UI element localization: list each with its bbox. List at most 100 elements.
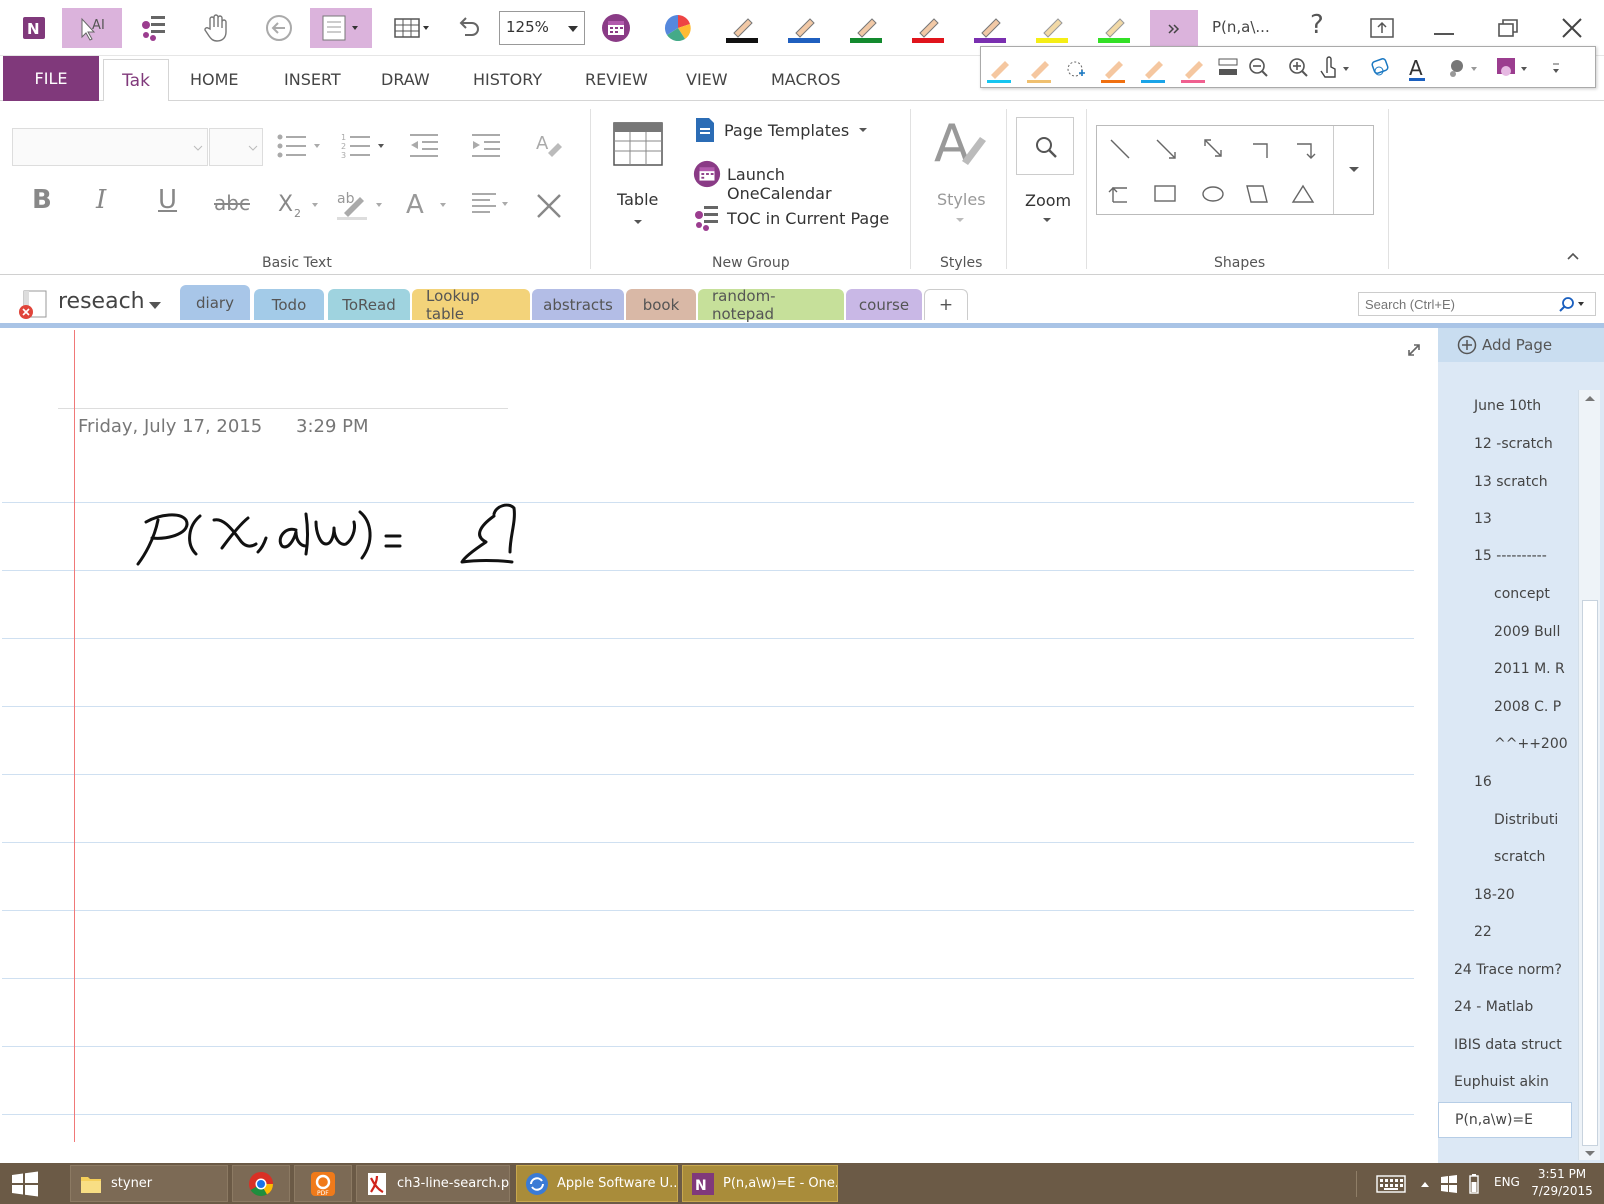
- toc-in-current-page-button[interactable]: TOC in Current Page: [690, 203, 890, 235]
- section-tab-abstracts[interactable]: abstracts: [532, 289, 624, 320]
- table-button[interactable]: Table: [604, 115, 672, 235]
- taskbar-item-onenote[interactable]: N P(n,a\w)=E - One...: [682, 1165, 838, 1202]
- notebook-icon[interactable]: [16, 289, 50, 321]
- page-templates-button[interactable]: Page Templates: [690, 115, 890, 147]
- styles-button[interactable]: A Styles: [924, 113, 996, 233]
- decrease-indent-icon[interactable]: [408, 131, 440, 161]
- ink-to-text-icon[interactable]: AI: [62, 8, 122, 48]
- pie-chart-icon[interactable]: [654, 8, 702, 48]
- insert-table-icon[interactable]: [385, 8, 439, 48]
- zoom-button[interactable]: Zoom: [1014, 113, 1080, 233]
- taskbar-item-chrome[interactable]: [232, 1165, 290, 1202]
- more-commands-icon[interactable]: [1150, 10, 1198, 48]
- search-icon[interactable]: [1558, 296, 1588, 312]
- tab-review[interactable]: REVIEW: [585, 70, 648, 89]
- collapse-ribbon-icon[interactable]: [1566, 251, 1580, 261]
- page-list-item[interactable]: IBIS data struct: [1454, 1037, 1562, 1053]
- shapes-gallery[interactable]: [1096, 125, 1374, 215]
- chevron-down-icon[interactable]: [148, 301, 162, 311]
- onenote-logo-icon[interactable]: N: [10, 8, 58, 48]
- tab-view[interactable]: VIEW: [686, 70, 728, 89]
- taskbar-item-apple-software-update[interactable]: Apple Software U...: [516, 1165, 678, 1202]
- tab-tak[interactable]: Tak: [103, 59, 169, 102]
- page-list-item[interactable]: 18-20: [1474, 887, 1515, 903]
- macro-tree-icon[interactable]: [130, 8, 178, 48]
- delete-icon[interactable]: [534, 191, 564, 221]
- page-list-item[interactable]: 2008 C. P: [1494, 699, 1561, 715]
- ink-handwriting-drawing[interactable]: [130, 488, 550, 578]
- italic-icon[interactable]: I: [96, 185, 106, 215]
- page-list-item[interactable]: 2009 Bull: [1494, 624, 1560, 640]
- page-list-item[interactable]: 16: [1474, 774, 1492, 790]
- page-list-item[interactable]: scratch: [1494, 849, 1545, 865]
- font-size-combo[interactable]: [209, 128, 263, 166]
- ribbon-display-options-icon[interactable]: [1358, 8, 1406, 48]
- notebook-name[interactable]: reseach: [58, 289, 145, 314]
- page-list-item[interactable]: 13 scratch: [1474, 474, 1548, 490]
- red-pen-icon[interactable]: [904, 8, 952, 48]
- page-list-item[interactable]: 24 Trace norm?: [1454, 962, 1562, 978]
- green-highlighter-icon[interactable]: [1090, 8, 1138, 48]
- battery-icon[interactable]: [1468, 1173, 1480, 1195]
- taskbar-clock[interactable]: 3:51 PM 7/29/2015: [1524, 1166, 1600, 1200]
- windows-start-icon[interactable]: [10, 1171, 40, 1197]
- font-name-combo[interactable]: [12, 128, 208, 166]
- green-pen-icon[interactable]: [842, 8, 890, 48]
- page-list-item-current[interactable]: P(n,a\w)=E: [1438, 1102, 1572, 1138]
- font-color-icon[interactable]: A: [406, 187, 452, 221]
- add-page-button[interactable]: Add Page: [1438, 328, 1604, 362]
- tab-history[interactable]: HISTORY: [473, 70, 542, 89]
- strikethrough-icon[interactable]: abc: [214, 191, 250, 215]
- show-hidden-icons-icon[interactable]: [1420, 1180, 1430, 1188]
- page-list-scrollbar[interactable]: [1578, 390, 1600, 1160]
- increase-indent-icon[interactable]: [470, 131, 502, 161]
- page-list-item[interactable]: 2011 M. R: [1494, 661, 1565, 677]
- input-language[interactable]: ENG: [1494, 1175, 1520, 1189]
- taskbar-item-explorer[interactable]: styner: [70, 1165, 228, 1202]
- page-color-icon[interactable]: [310, 8, 372, 48]
- taskbar-item-pdf-reader[interactable]: PDF: [294, 1165, 352, 1202]
- section-tab-lookup-table[interactable]: Lookup table: [412, 287, 530, 323]
- tab-macros[interactable]: MACROS: [771, 70, 841, 89]
- tab-draw[interactable]: DRAW: [381, 70, 430, 89]
- page-list-item[interactable]: 24 - Matlab: [1454, 999, 1533, 1015]
- scrollbar-thumb[interactable]: [1582, 600, 1598, 1146]
- calendar-icon[interactable]: [592, 8, 640, 48]
- scroll-down-icon[interactable]: [1584, 1150, 1596, 1158]
- purple-pen-icon[interactable]: [966, 8, 1014, 48]
- section-tab-course[interactable]: course: [846, 289, 922, 320]
- page-list-item[interactable]: Distributi: [1494, 812, 1558, 828]
- full-page-view-icon[interactable]: [1406, 342, 1422, 358]
- minimize-icon[interactable]: [1420, 8, 1468, 48]
- page-list-item[interactable]: 15 ----------: [1474, 548, 1547, 564]
- page-list-item[interactable]: Euphuist akin: [1454, 1074, 1549, 1090]
- tab-file[interactable]: FILE: [3, 56, 99, 101]
- black-pen-icon[interactable]: [718, 8, 766, 48]
- page-list-item[interactable]: ^^++200: [1494, 736, 1568, 752]
- bold-icon[interactable]: B: [32, 185, 52, 215]
- launch-onecalendar-button[interactable]: Launch OneCalendar: [690, 159, 890, 203]
- highlight-color-icon[interactable]: ab: [336, 187, 386, 221]
- tab-insert[interactable]: INSERT: [284, 70, 341, 89]
- blue-pen-icon[interactable]: [780, 8, 828, 48]
- back-arrow-icon[interactable]: [255, 8, 303, 48]
- section-tab-random-notepad[interactable]: random-notepad: [698, 287, 844, 323]
- add-section-button[interactable]: +: [924, 289, 968, 320]
- help-button[interactable]: ?: [1310, 10, 1324, 40]
- scroll-up-icon[interactable]: [1584, 394, 1596, 402]
- action-center-icon[interactable]: [1440, 1175, 1458, 1193]
- paragraph-alignment-icon[interactable]: [470, 191, 516, 219]
- yellow-highlighter-icon[interactable]: [1028, 8, 1076, 48]
- page-canvas[interactable]: Friday, July 17, 2015 3:29 PM: [0, 323, 1438, 1163]
- shapes-gallery-more-button[interactable]: [1333, 126, 1374, 214]
- restore-icon[interactable]: [1484, 8, 1532, 48]
- bullets-icon[interactable]: [276, 131, 334, 161]
- page-list-item[interactable]: 12 -scratch: [1474, 436, 1553, 452]
- section-tab-book[interactable]: book: [626, 289, 696, 320]
- page-list-item[interactable]: 13: [1474, 511, 1492, 527]
- numbering-icon[interactable]: 123: [340, 131, 398, 161]
- zoom-select[interactable]: 125%: [499, 11, 585, 45]
- section-tab-toread[interactable]: ToRead: [328, 289, 410, 320]
- close-icon[interactable]: [1548, 8, 1596, 48]
- pan-hand-icon[interactable]: [192, 8, 240, 48]
